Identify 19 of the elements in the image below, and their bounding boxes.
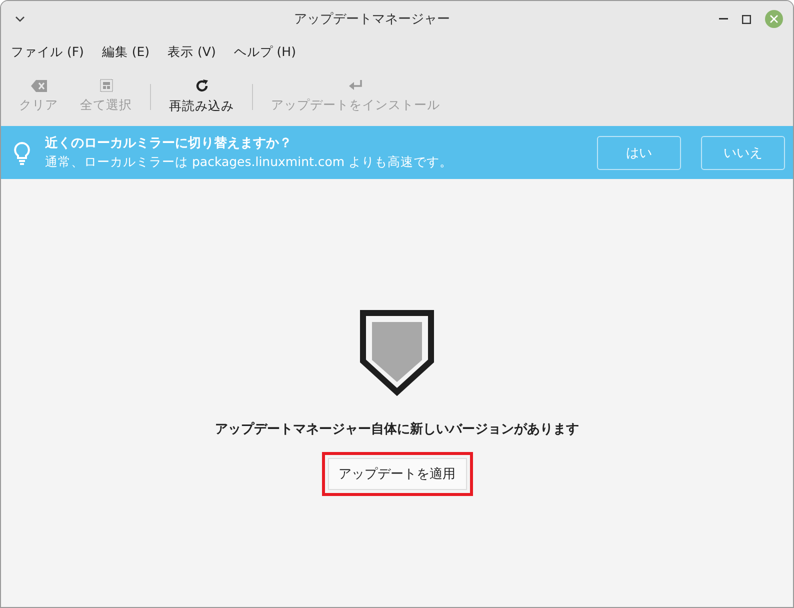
chevron-down-icon[interactable] [15, 16, 25, 22]
shield-icon [360, 310, 434, 396]
menu-item[interactable]: 編集 (E) [96, 42, 156, 62]
info-title: 近くのローカルミラーに切り替えますか？ [45, 135, 293, 152]
return-arrow-icon [348, 80, 362, 92]
maximize-icon[interactable] [742, 14, 751, 24]
update-message: アップデートマネージャー自体に新しいバージョンがあります [215, 420, 579, 438]
toolbar-button[interactable]: 再読み込み [159, 74, 244, 118]
minimize-icon[interactable] [719, 18, 728, 20]
grid-icon [100, 79, 112, 92]
backspace-icon [30, 80, 46, 92]
lightbulb-icon [13, 140, 31, 164]
menu-item[interactable]: ファイル (F) [5, 42, 90, 62]
menu-item[interactable]: 表示 (V) [162, 42, 222, 62]
info-message: 通常、ローカルミラーは packages.linuxmint.com よりも高速です。 [45, 154, 454, 171]
apply-update-button[interactable]: アップデートを適用 [328, 458, 466, 490]
menu-item[interactable]: ヘルプ (H) [228, 42, 302, 62]
refresh-icon [194, 78, 208, 92]
window-title: アップデートマネージャー [293, 11, 451, 28]
